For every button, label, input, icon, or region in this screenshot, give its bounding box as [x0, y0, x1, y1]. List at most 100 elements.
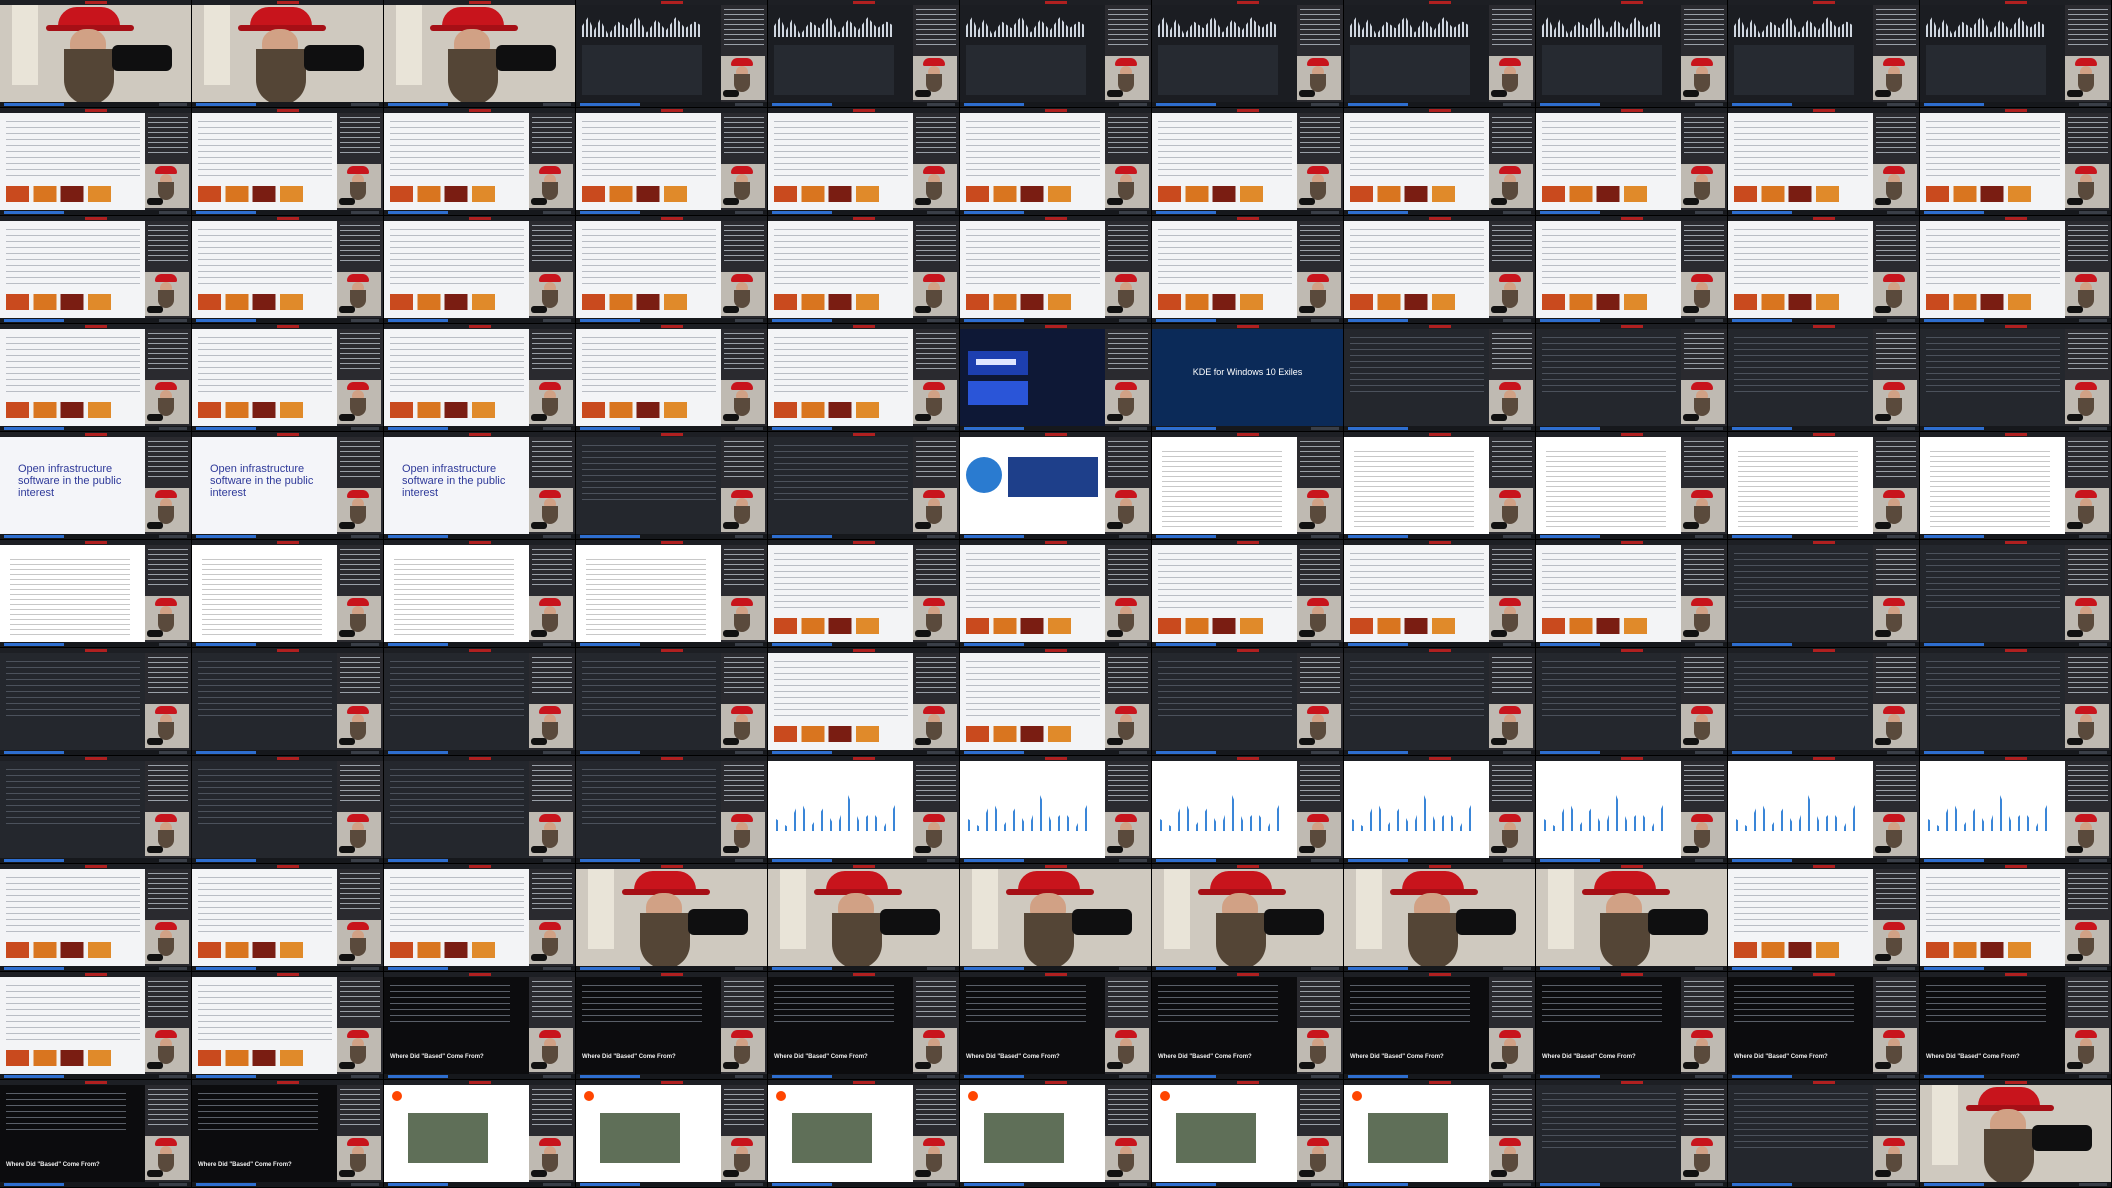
thumbnail-tile[interactable] — [1536, 864, 1728, 972]
thumbnail-tile[interactable] — [768, 756, 960, 864]
thumbnail-tile[interactable] — [1344, 216, 1536, 324]
thumbnail-tile[interactable] — [1920, 540, 2112, 648]
thumbnail-tile[interactable] — [1536, 0, 1728, 108]
thumbnail-tile[interactable] — [1536, 1080, 1728, 1188]
thumbnail-tile[interactable] — [0, 0, 192, 108]
thumbnail-tile[interactable] — [576, 1080, 768, 1188]
thumbnail-tile[interactable] — [1152, 108, 1344, 216]
thumbnail-tile[interactable] — [1536, 432, 1728, 540]
thumbnail-tile[interactable] — [960, 1080, 1152, 1188]
thumbnail-tile[interactable] — [1152, 216, 1344, 324]
thumbnail-tile[interactable] — [960, 756, 1152, 864]
thumbnail-tile[interactable] — [1344, 864, 1536, 972]
thumbnail-tile[interactable]: Open infrastructure software in the publ… — [0, 432, 192, 540]
thumbnail-tile[interactable] — [576, 216, 768, 324]
thumbnail-tile[interactable] — [1728, 540, 1920, 648]
thumbnail-tile[interactable] — [1728, 1080, 1920, 1188]
thumbnail-tile[interactable]: Where Did "Based" Come From? — [1344, 972, 1536, 1080]
thumbnail-tile[interactable] — [1344, 756, 1536, 864]
thumbnail-tile[interactable] — [1920, 108, 2112, 216]
thumbnail-tile[interactable] — [768, 324, 960, 432]
thumbnail-tile[interactable] — [576, 0, 768, 108]
thumbnail-tile[interactable] — [1728, 864, 1920, 972]
thumbnail-tile[interactable] — [1152, 432, 1344, 540]
thumbnail-tile[interactable] — [0, 972, 192, 1080]
thumbnail-tile[interactable] — [1536, 540, 1728, 648]
thumbnail-tile[interactable] — [960, 864, 1152, 972]
thumbnail-tile[interactable] — [0, 324, 192, 432]
thumbnail-tile[interactable] — [192, 108, 384, 216]
thumbnail-tile[interactable]: Where Did "Based" Come From? — [1536, 972, 1728, 1080]
thumbnail-tile[interactable]: Where Did "Based" Come From? — [384, 972, 576, 1080]
thumbnail-tile[interactable] — [1152, 0, 1344, 108]
thumbnail-tile[interactable] — [384, 864, 576, 972]
thumbnail-tile[interactable] — [576, 540, 768, 648]
thumbnail-tile[interactable] — [768, 1080, 960, 1188]
thumbnail-tile[interactable] — [1344, 432, 1536, 540]
thumbnail-tile[interactable] — [384, 0, 576, 108]
thumbnail-tile[interactable]: Where Did "Based" Come From? — [1920, 972, 2112, 1080]
thumbnail-tile[interactable] — [0, 540, 192, 648]
thumbnail-tile[interactable] — [192, 972, 384, 1080]
thumbnail-tile[interactable] — [1920, 0, 2112, 108]
thumbnail-tile[interactable] — [1536, 648, 1728, 756]
thumbnail-tile[interactable] — [384, 324, 576, 432]
thumbnail-tile[interactable] — [1344, 108, 1536, 216]
thumbnail-tile[interactable] — [1728, 108, 1920, 216]
thumbnail-tile[interactable]: Where Did "Based" Come From? — [0, 1080, 192, 1188]
thumbnail-tile[interactable]: Where Did "Based" Come From? — [1728, 972, 1920, 1080]
thumbnail-tile[interactable] — [192, 864, 384, 972]
thumbnail-tile[interactable] — [192, 756, 384, 864]
thumbnail-tile[interactable]: Where Did "Based" Come From? — [192, 1080, 384, 1188]
thumbnail-tile[interactable] — [1920, 864, 2112, 972]
thumbnail-tile[interactable] — [1920, 216, 2112, 324]
thumbnail-tile[interactable] — [1344, 540, 1536, 648]
thumbnail-tile[interactable] — [384, 756, 576, 864]
thumbnail-tile[interactable] — [1536, 324, 1728, 432]
thumbnail-tile[interactable]: Where Did "Based" Come From? — [1152, 972, 1344, 1080]
thumbnail-tile[interactable] — [1536, 216, 1728, 324]
thumbnail-tile[interactable] — [576, 648, 768, 756]
thumbnail-tile[interactable] — [0, 108, 192, 216]
thumbnail-tile[interactable] — [576, 432, 768, 540]
thumbnail-tile[interactable] — [0, 864, 192, 972]
thumbnail-tile[interactable] — [768, 0, 960, 108]
thumbnail-tile[interactable] — [768, 648, 960, 756]
thumbnail-tile[interactable]: Open infrastructure software in the publ… — [192, 432, 384, 540]
thumbnail-tile[interactable] — [1920, 756, 2112, 864]
thumbnail-tile[interactable] — [1152, 540, 1344, 648]
thumbnail-tile[interactable]: Where Did "Based" Come From? — [960, 972, 1152, 1080]
thumbnail-tile[interactable] — [384, 108, 576, 216]
thumbnail-tile[interactable] — [960, 216, 1152, 324]
thumbnail-tile[interactable] — [768, 864, 960, 972]
thumbnail-tile[interactable]: Where Did "Based" Come From? — [768, 972, 960, 1080]
thumbnail-tile[interactable] — [384, 216, 576, 324]
thumbnail-tile[interactable] — [1152, 756, 1344, 864]
thumbnail-tile[interactable] — [192, 648, 384, 756]
thumbnail-tile[interactable] — [1344, 0, 1536, 108]
thumbnail-tile[interactable] — [576, 864, 768, 972]
thumbnail-tile[interactable] — [384, 648, 576, 756]
thumbnail-tile[interactable] — [384, 540, 576, 648]
thumbnail-tile[interactable] — [768, 432, 960, 540]
thumbnail-tile[interactable] — [1536, 108, 1728, 216]
thumbnail-tile[interactable] — [768, 216, 960, 324]
thumbnail-tile[interactable] — [576, 108, 768, 216]
thumbnail-tile[interactable] — [1728, 648, 1920, 756]
thumbnail-tile[interactable] — [1728, 756, 1920, 864]
thumbnail-tile[interactable] — [960, 108, 1152, 216]
thumbnail-tile[interactable] — [1152, 648, 1344, 756]
thumbnail-tile[interactable] — [1728, 432, 1920, 540]
thumbnail-tile[interactable] — [1152, 864, 1344, 972]
thumbnail-tile[interactable] — [192, 540, 384, 648]
thumbnail-tile[interactable] — [384, 1080, 576, 1188]
thumbnail-tile[interactable] — [576, 324, 768, 432]
thumbnail-tile[interactable]: KDE for Windows 10 Exiles — [1152, 324, 1344, 432]
thumbnail-tile[interactable] — [0, 648, 192, 756]
thumbnail-tile[interactable] — [0, 756, 192, 864]
thumbnail-tile[interactable] — [960, 0, 1152, 108]
thumbnail-tile[interactable] — [1920, 432, 2112, 540]
thumbnail-tile[interactable]: Where Did "Based" Come From? — [576, 972, 768, 1080]
thumbnail-tile[interactable]: Open infrastructure software in the publ… — [384, 432, 576, 540]
thumbnail-tile[interactable] — [1344, 1080, 1536, 1188]
